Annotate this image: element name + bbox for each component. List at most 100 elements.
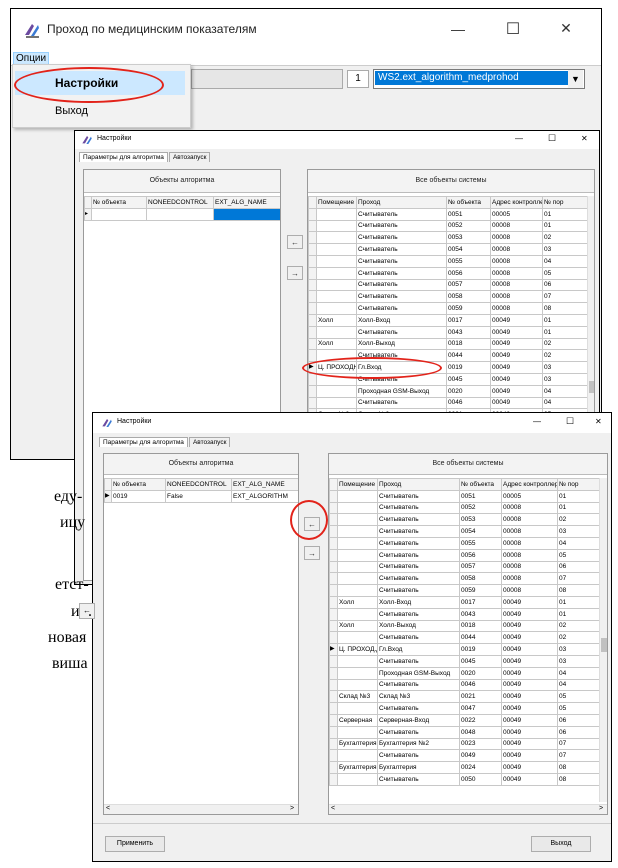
settings2-algorithm-objects-table[interactable]: № объекта NONEEDCONTROL EXT_ALG_NAME ▶ 00… xyxy=(104,478,298,503)
table-cell[interactable]: 0057 xyxy=(446,278,491,292)
table-cell[interactable]: Считыватель xyxy=(377,560,460,574)
table-cell[interactable] xyxy=(146,207,214,221)
table-row[interactable]: ▶Ц. ПРОХОДНАЯГл.Вход00190004903 xyxy=(308,361,588,374)
table-cell[interactable] xyxy=(316,384,357,398)
table-row[interactable]: ▶Ц. ПРОХОД.ДНАГл.Вход00190004903 xyxy=(329,643,600,656)
settings2-system-objects-table[interactable]: Помещение Проход № объекта Адрес контрол… xyxy=(329,478,600,786)
table-cell[interactable]: 01 xyxy=(557,607,600,621)
table-cell[interactable]: 08 xyxy=(557,761,600,774)
settings1-minimize-button[interactable]: — xyxy=(515,134,523,143)
table-row[interactable]: Холл Холл-Выход 0018 00049 02 xyxy=(308,337,588,351)
table-cell[interactable] xyxy=(337,631,378,645)
table-cell[interactable]: 07 xyxy=(557,572,600,586)
table-cell[interactable]: 00049 xyxy=(501,702,558,715)
table-cell[interactable]: 0054 xyxy=(446,243,491,256)
table-cell[interactable]: 00049 xyxy=(501,654,558,668)
table-cell[interactable]: Гл.Вход xyxy=(377,643,460,656)
table-row[interactable]: Считыватель 0053 00008 02 xyxy=(308,231,588,245)
table-cell[interactable]: 0043 xyxy=(446,325,491,339)
table-cell[interactable]: 00005 xyxy=(490,207,543,221)
table-cell[interactable]: 07 xyxy=(557,737,600,751)
table-cell[interactable] xyxy=(316,254,357,268)
table-cell[interactable]: 02 xyxy=(542,231,588,245)
table-cell[interactable]: Проходная GSM-Выход xyxy=(356,384,447,398)
table-cell[interactable]: 05 xyxy=(557,548,600,562)
table-cell[interactable] xyxy=(316,325,357,339)
table-cell[interactable]: 0043 xyxy=(459,607,502,621)
column-header[interactable]: Адрес контроллера xyxy=(501,478,558,491)
table-cell[interactable]: 08 xyxy=(542,302,588,315)
table-cell[interactable]: 00049 xyxy=(501,725,558,739)
table-cell[interactable] xyxy=(316,302,357,315)
table-row[interactable]: Считыватель 0046 00049 04 xyxy=(308,396,588,410)
table-cell[interactable]: Бухгалтерия xyxy=(337,761,378,774)
table-cell[interactable]: 04 xyxy=(557,666,600,680)
table-cell[interactable]: 01 xyxy=(542,219,588,233)
scroll-right-icon[interactable]: > xyxy=(290,805,294,812)
table-row[interactable]: Считыватель 0051 00005 01 xyxy=(329,489,600,503)
table-cell[interactable]: Холл xyxy=(316,313,357,327)
table-row[interactable]: Считыватель 0059 00008 08 xyxy=(308,302,588,315)
table-cell[interactable]: Считыватель xyxy=(356,302,447,315)
table-cell[interactable]: 00049 xyxy=(490,361,543,374)
table-cell[interactable]: 04 xyxy=(542,396,588,410)
table-cell[interactable]: 0052 xyxy=(446,219,491,233)
table-cell[interactable]: Считыватель xyxy=(377,548,460,562)
table-cell[interactable]: 02 xyxy=(557,513,600,527)
table-row[interactable]: Считыватель 0054 00008 03 xyxy=(329,525,600,538)
table-row[interactable]: ▶ 0019 False EXT_ALGORITHM xyxy=(104,489,298,503)
table-cell[interactable] xyxy=(337,572,378,586)
scroll-right-icon[interactable]: > xyxy=(599,805,603,812)
table-cell[interactable]: 01 xyxy=(557,489,600,503)
table-cell[interactable]: Считыватель xyxy=(377,513,460,527)
table-cell[interactable]: 0055 xyxy=(459,536,502,550)
table-cell[interactable]: 00049 xyxy=(490,396,543,410)
table-cell[interactable] xyxy=(337,749,378,763)
table-cell[interactable]: Считыватель xyxy=(356,290,447,304)
table-cell[interactable]: 00008 xyxy=(490,254,543,268)
column-header[interactable]: NONEEDCONTROL xyxy=(146,196,214,209)
settings1-tab-autostart[interactable]: Автозапуск xyxy=(168,152,211,162)
table-cell[interactable]: Холл-Вход xyxy=(356,313,447,327)
table-cell[interactable]: 00049 xyxy=(501,761,558,774)
table-cell[interactable]: 00008 xyxy=(501,501,558,515)
column-header[interactable]: EXT_ALG_NAME xyxy=(213,196,280,209)
table-cell[interactable]: 00008 xyxy=(501,584,558,597)
column-header[interactable]: Помещение xyxy=(337,478,378,491)
table-cell[interactable]: 02 xyxy=(542,337,588,351)
close-button[interactable]: ✕ xyxy=(551,20,581,37)
table-cell[interactable] xyxy=(316,266,357,280)
table-cell[interactable]: Бухгалтерия №2 xyxy=(377,737,460,751)
table-row[interactable]: Считыватель 0043 00049 01 xyxy=(308,325,588,339)
table-cell[interactable] xyxy=(91,207,147,221)
column-header[interactable]: Проход xyxy=(377,478,460,491)
table-cell[interactable]: 00049 xyxy=(501,607,558,621)
table-cell[interactable]: Бухгалтерия xyxy=(377,761,460,774)
minimize-button[interactable]: — xyxy=(443,21,473,37)
table-cell[interactable] xyxy=(316,243,357,256)
table-cell[interactable]: Ц. ПРОХОД.ДНА xyxy=(337,643,378,656)
table-cell[interactable]: 00008 xyxy=(501,548,558,562)
column-header[interactable]: № объекта xyxy=(446,196,491,209)
table-cell[interactable]: 0024 xyxy=(459,761,502,774)
table-cell[interactable]: 00008 xyxy=(490,290,543,304)
table-row[interactable]: Считыватель 0052 00008 01 xyxy=(308,219,588,233)
table-cell[interactable]: Считыватель xyxy=(377,749,460,763)
table-cell[interactable]: 08 xyxy=(557,584,600,597)
table-cell[interactable]: 0021 xyxy=(459,690,502,704)
menu-item-exit[interactable]: Выход xyxy=(15,101,185,123)
table-cell[interactable]: Считыватель xyxy=(377,489,460,503)
table-cell[interactable]: 0046 xyxy=(446,396,491,410)
table-cell[interactable]: Считыватель xyxy=(356,266,447,280)
table-cell[interactable]: Считыватель xyxy=(377,654,460,668)
table-cell[interactable]: 0059 xyxy=(459,584,502,597)
table-cell[interactable]: 0019 xyxy=(111,489,166,503)
table-cell[interactable]: Проходная GSM-Выход xyxy=(377,666,460,680)
table-cell[interactable]: 0051 xyxy=(446,207,491,221)
table-cell[interactable]: 07 xyxy=(542,290,588,304)
table-cell[interactable]: 00049 xyxy=(501,619,558,633)
table-cell[interactable]: 00049 xyxy=(501,690,558,704)
column-header[interactable]: NONEEDCONTROL xyxy=(165,478,232,491)
table-cell[interactable]: Считыватель xyxy=(377,725,460,739)
table-cell[interactable] xyxy=(337,666,378,680)
